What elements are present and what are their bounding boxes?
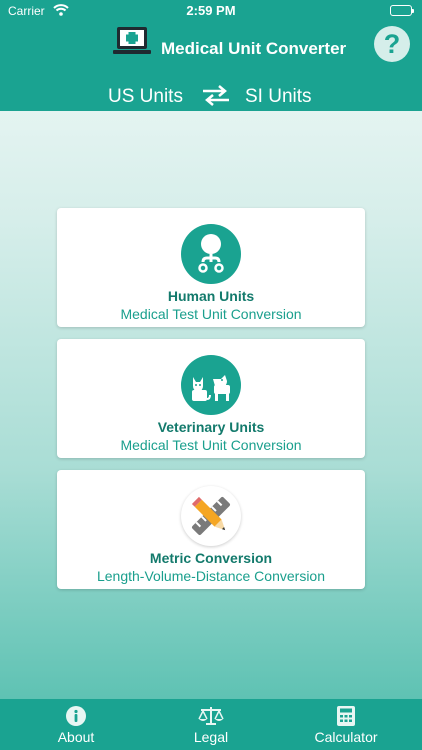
battery-icon <box>390 5 414 16</box>
calculator-icon <box>286 705 406 732</box>
card-title: Metric Conversion <box>149 550 273 566</box>
human-units-card[interactable]: Human Units Medical Test Unit Conversion <box>57 208 365 327</box>
cat-dog-icon <box>181 355 241 415</box>
tab-calculator[interactable]: Calculator <box>286 699 406 750</box>
status-bar: Carrier 2:59 PM <box>0 0 422 22</box>
help-button[interactable]: ? <box>374 26 410 62</box>
tab-legal[interactable]: Legal <box>151 699 271 750</box>
ruler-pencil-icon <box>181 486 241 546</box>
to-units-label: SI Units <box>245 86 312 107</box>
tab-bar: About Legal Calculator <box>0 699 422 750</box>
veterinary-units-card[interactable]: Veterinary Units Medical Test Unit Conve… <box>57 339 365 458</box>
nav-bar: Medical Unit Converter ? <box>0 24 422 74</box>
from-units-label: US Units <box>108 86 183 107</box>
swap-arrows-icon[interactable] <box>201 84 231 112</box>
status-time: 2:59 PM <box>186 3 236 18</box>
tab-label: About <box>57 729 95 745</box>
card-title: Veterinary Units <box>157 419 265 435</box>
card-subtitle: Medical Test Unit Conversion <box>120 437 302 453</box>
tab-label: Calculator <box>314 729 378 745</box>
unit-direction-toggle[interactable]: US Units SI Units <box>0 82 422 108</box>
tab-about[interactable]: About <box>16 699 136 750</box>
tab-label: Legal <box>193 729 229 745</box>
card-subtitle: Length-Volume-Distance Conversion <box>96 568 325 584</box>
scales-icon <box>151 705 271 732</box>
app-title: Medical Unit Converter <box>161 39 347 58</box>
stethoscope-icon <box>181 224 241 284</box>
card-title: Human Units <box>167 288 255 304</box>
info-icon <box>16 705 136 732</box>
metric-conversion-card[interactable]: Metric Conversion Length-Volume-Distance… <box>57 470 365 589</box>
monitor-cross-icon <box>111 26 153 65</box>
header: Carrier 2:59 PM Medical Unit Converter ?… <box>0 0 422 111</box>
card-subtitle: Medical Test Unit Conversion <box>120 306 302 322</box>
